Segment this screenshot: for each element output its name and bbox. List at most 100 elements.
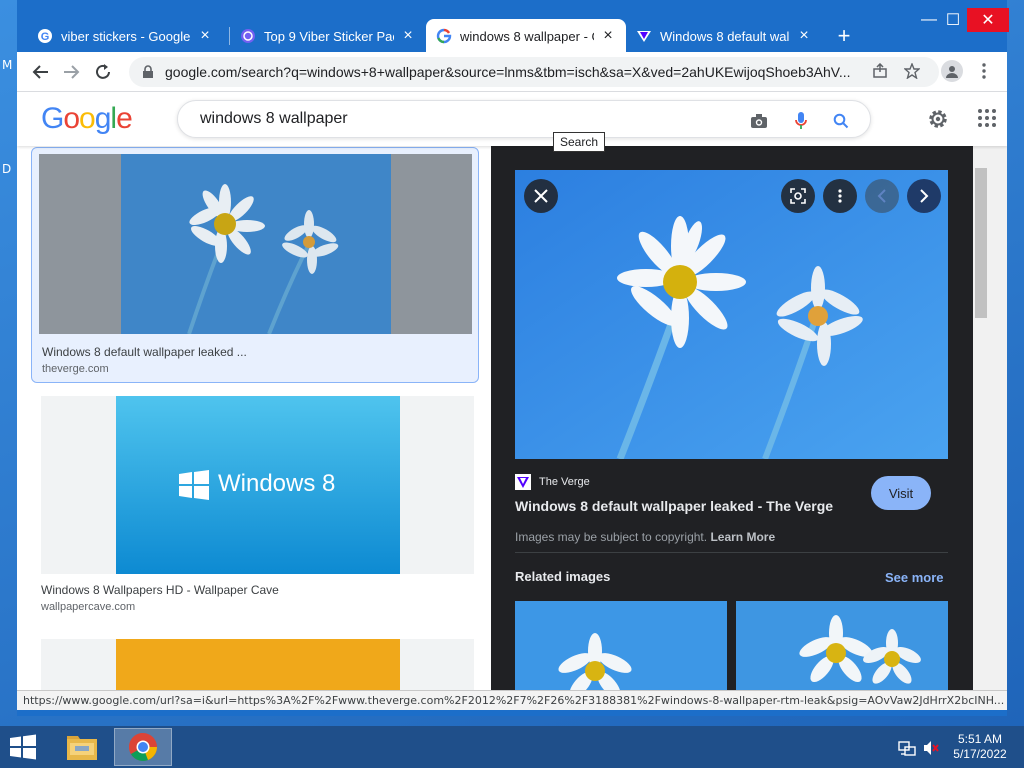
tab-close-icon[interactable]: ×: [197, 27, 213, 44]
preview-image[interactable]: [515, 170, 948, 459]
visit-button[interactable]: Visit: [871, 476, 931, 510]
related-images-heading: Related images: [515, 569, 611, 584]
scrollbar-thumb[interactable]: [975, 168, 987, 318]
browser-menu-icon[interactable]: [973, 60, 995, 82]
result-title[interactable]: Windows 8 default wallpaper leaked ...: [42, 345, 247, 359]
new-tab-button[interactable]: +: [831, 23, 857, 49]
taskbar: 5:51 AM 5/17/2022: [0, 726, 1024, 768]
next-image-button[interactable]: [907, 179, 941, 213]
search-tooltip: Search: [553, 132, 606, 152]
google-g-icon: [436, 28, 452, 44]
clock-date: 5/17/2022: [953, 747, 1007, 761]
browser-window: G viber stickers - Google Search × Top 9…: [17, 0, 1009, 716]
tab-title: Top 9 Viber Sticker Packs: [264, 28, 394, 44]
lock-icon: [143, 65, 153, 78]
logo-letter: G: [41, 102, 64, 135]
search-icon[interactable]: [830, 110, 852, 132]
preview-source[interactable]: The Verge: [515, 474, 590, 490]
file-explorer-taskbar-button[interactable]: [53, 728, 111, 766]
page-content: Google windows 8 wallpaper Search Window…: [17, 92, 1007, 690]
related-image-thumbnail[interactable]: [515, 601, 727, 690]
tab-close-icon[interactable]: ×: [600, 27, 616, 44]
logo-letter: o: [63, 102, 80, 135]
clock-time: 5:51 AM: [957, 732, 1003, 746]
tab-viber-stickers-search[interactable]: G viber stickers - Google Search ×: [27, 20, 223, 52]
microphone-icon[interactable]: [790, 110, 812, 132]
tab-strip: G viber stickers - Google Search × Top 9…: [17, 0, 1009, 54]
result-card-partial[interactable]: [31, 639, 479, 690]
result-card-wallpapercave[interactable]: Windows 8 Windows 8 Wallpapers HD - Wall…: [31, 394, 479, 618]
arrow-left-icon: [32, 65, 48, 79]
result-title[interactable]: Windows 8 Wallpapers HD - Wallpaper Cave: [41, 583, 279, 597]
search-query: windows 8 wallpaper: [200, 110, 348, 127]
search-input[interactable]: windows 8 wallpaper: [177, 100, 871, 138]
result-thumbnail[interactable]: Windows 8: [41, 396, 474, 574]
lens-icon: [790, 188, 806, 204]
tab-viber-sticker-packs[interactable]: Top 9 Viber Sticker Packs ×: [230, 20, 426, 52]
folder-icon: [67, 736, 97, 760]
windows-word: Windows: [218, 470, 316, 497]
daisy-wallpaper-image: [515, 170, 948, 459]
google-g-icon: G: [37, 28, 53, 44]
logo-letter: e: [116, 102, 133, 135]
status-bar-url: https://www.google.com/url?sa=i&url=http…: [17, 690, 1007, 710]
profile-avatar-icon[interactable]: [941, 60, 963, 82]
preview-title[interactable]: Windows 8 default wallpaper leaked - The…: [515, 498, 833, 514]
google-logo[interactable]: Google: [41, 102, 133, 136]
windows-logo-icon: [10, 734, 36, 760]
tab-verge-article[interactable]: Windows 8 default wallpaper leaked ×: [626, 20, 822, 52]
chrome-taskbar-button[interactable]: [114, 728, 172, 766]
logo-letter: o: [79, 102, 96, 135]
tab-close-icon[interactable]: ×: [400, 27, 416, 44]
result-card-verge[interactable]: Windows 8 default wallpaper leaked ... t…: [31, 147, 479, 383]
more-options-button[interactable]: [823, 179, 857, 213]
logo-letter: g: [94, 102, 112, 135]
browser-toolbar: google.com/search?q=windows+8+wallpaper&…: [17, 52, 1007, 92]
start-button[interactable]: [8, 734, 38, 760]
previous-image-button[interactable]: [865, 179, 899, 213]
tab-title: viber stickers - Google Search: [61, 28, 191, 44]
preview-source-name: The Verge: [539, 476, 590, 488]
windows-8-logo-text: Windows 8: [218, 470, 335, 498]
related-image-thumbnail[interactable]: [736, 601, 948, 690]
tab-close-icon[interactable]: ×: [796, 27, 812, 44]
svg-text:G: G: [41, 31, 50, 43]
viber-icon: [240, 28, 256, 44]
google-apps-grid-icon[interactable]: [977, 108, 997, 128]
bookmark-star-icon[interactable]: [901, 60, 923, 82]
system-clock[interactable]: 5:51 AM 5/17/2022: [950, 732, 1010, 762]
reload-button[interactable]: [89, 58, 117, 86]
close-window-button[interactable]: ✕: [967, 8, 1009, 32]
back-button[interactable]: [27, 58, 55, 86]
address-bar[interactable]: google.com/search?q=windows+8+wallpaper&…: [129, 57, 939, 87]
see-more-link[interactable]: See more: [885, 570, 944, 585]
verge-icon: [636, 28, 652, 44]
tab-title: windows 8 wallpaper - Google Search: [460, 28, 594, 44]
close-icon: [534, 189, 548, 203]
camera-icon[interactable]: [748, 110, 770, 132]
lens-search-button[interactable]: [781, 179, 815, 213]
maximize-button[interactable]: ☐: [939, 8, 967, 32]
close-preview-button[interactable]: [524, 179, 558, 213]
network-icon[interactable]: [898, 739, 916, 757]
image-results-list: Windows 8 default wallpaper leaked ... t…: [17, 146, 491, 690]
learn-more-link[interactable]: Learn More: [710, 530, 775, 544]
image-preview-panel: The Verge Windows 8 default wallpaper le…: [491, 146, 973, 690]
verge-icon: [515, 474, 531, 490]
chevron-right-icon: [920, 189, 929, 203]
copyright-notice: Images may be subject to copyright. Lear…: [515, 530, 775, 544]
chevron-left-icon: [877, 189, 886, 203]
forward-button[interactable]: [57, 58, 85, 86]
share-icon[interactable]: [869, 60, 891, 82]
more-vert-icon: [838, 189, 842, 203]
tab-windows-8-wallpaper-search[interactable]: windows 8 wallpaper - Google Search ×: [426, 19, 626, 53]
daisy-wallpaper-thumbnail: [39, 154, 472, 334]
tab-title: Windows 8 default wallpaper leaked: [660, 28, 790, 44]
copyright-text: Images may be subject to copyright.: [515, 530, 708, 544]
divider: [515, 552, 948, 553]
result-thumbnail[interactable]: [41, 639, 474, 690]
result-source: theverge.com: [42, 363, 109, 375]
settings-gear-icon[interactable]: [925, 106, 951, 132]
volume-muted-icon[interactable]: [922, 739, 940, 757]
result-thumbnail[interactable]: [39, 154, 472, 334]
